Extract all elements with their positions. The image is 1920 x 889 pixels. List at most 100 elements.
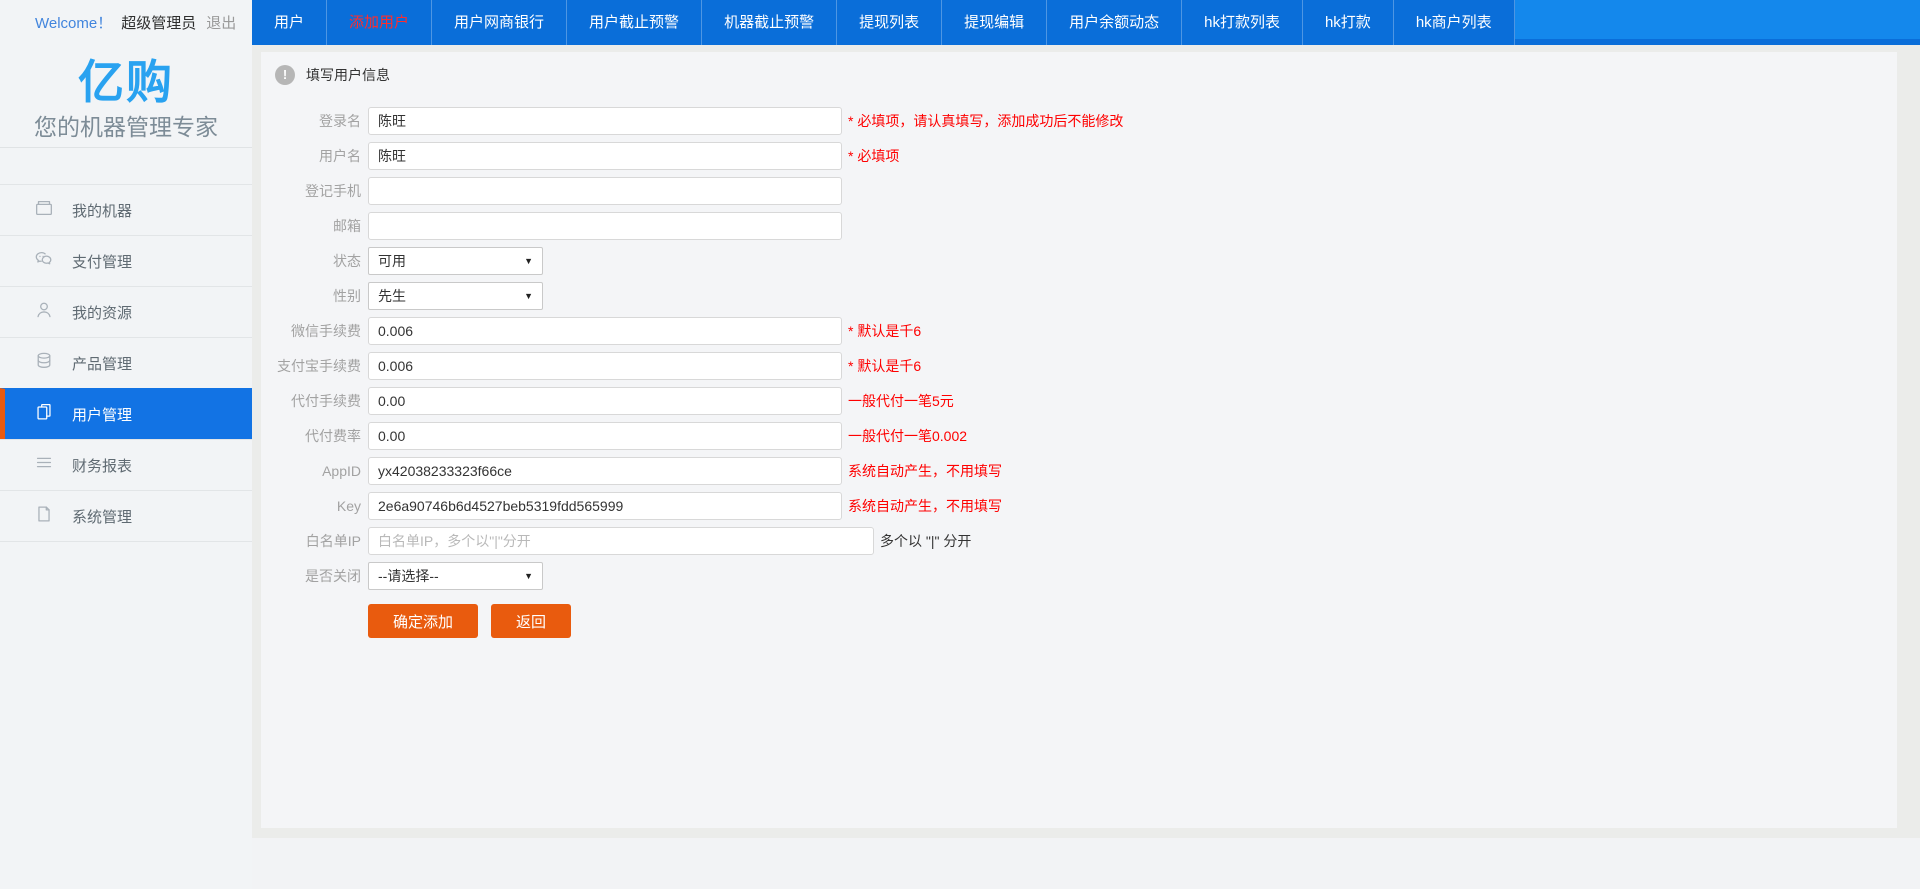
tab-users[interactable]: 用户: [252, 0, 327, 45]
user-form: 登录名 * 必填项，请认真填写，添加成功后不能修改用户名 * 必填项登记手机邮箱状态…: [261, 107, 1897, 638]
whitelist-ip-hint: 多个以 "|" 分开: [880, 531, 971, 551]
phone-label: 登记手机: [261, 181, 361, 201]
tab-hk-payout-list[interactable]: hk打款列表: [1182, 0, 1303, 45]
wechat-fee-input[interactable]: [368, 317, 842, 345]
phone-input[interactable]: [368, 177, 842, 205]
status-select[interactable]: 可用▼: [368, 247, 543, 275]
sidebar-item-my-machines[interactable]: 我的机器: [0, 184, 252, 235]
sidebar-divider: [0, 147, 252, 148]
login-name-label: 登录名: [261, 111, 361, 131]
tab-withdraw-edit[interactable]: 提现编辑: [942, 0, 1047, 45]
email-label: 邮箱: [261, 216, 361, 236]
gender-row: 性别先生 ▼: [261, 282, 1897, 310]
panel-header: ! 填写用户信息: [261, 52, 1897, 85]
wechat-fee-row: 微信手续费 * 默认是千6: [261, 317, 1897, 345]
content-wrap: ! 填写用户信息 登录名 * 必填项，请认真填写，添加成功后不能修改用户名 * 必填…: [252, 45, 1920, 838]
logout-link[interactable]: 退出: [206, 12, 236, 33]
is-closed-label: 是否关闭: [261, 566, 361, 586]
chevron-down-icon: ▼: [524, 291, 533, 301]
wechat-fee-hint: * 默认是千6: [848, 321, 921, 341]
back-button[interactable]: 返回: [491, 604, 571, 638]
status-label: 状态: [261, 251, 361, 271]
is-closed-select[interactable]: --请选择-- ▼: [368, 562, 543, 590]
payout-fee-row: 代付手续费 一般代付一笔5元: [261, 387, 1897, 415]
select-value: --请选择--: [378, 566, 439, 586]
payout-fee-input[interactable]: [368, 387, 842, 415]
payout-rate-input[interactable]: [368, 422, 842, 450]
payout-fee-label: 代付手续费: [261, 391, 361, 411]
sidebar-item-label: 用户管理: [72, 404, 132, 425]
tab-user-bank[interactable]: 用户网商银行: [432, 0, 567, 45]
sidebar-item-product-mgmt[interactable]: 产品管理: [0, 337, 252, 388]
key-row: Key 系统自动产生，不用填写: [261, 492, 1897, 520]
payout-rate-row: 代付费率一般代付一笔0.002: [261, 422, 1897, 450]
tab-hk-merchant-list[interactable]: hk商户列表: [1394, 0, 1515, 45]
tab-user-balance-log[interactable]: 用户余额动态: [1047, 0, 1182, 45]
gender-select[interactable]: 先生 ▼: [368, 282, 543, 310]
alipay-fee-input[interactable]: [368, 352, 842, 380]
sidebar-item-label: 我的资源: [72, 302, 132, 323]
key-hint: 系统自动产生，不用填写: [848, 496, 1002, 516]
sidebar-item-finance-report[interactable]: 财务报表: [0, 439, 252, 490]
confirm-add-button[interactable]: 确定添加: [368, 604, 478, 638]
tab-withdraw-list[interactable]: 提现列表: [837, 0, 942, 45]
sidebar-item-label: 我的机器: [72, 200, 132, 221]
key-label: Key: [261, 498, 361, 514]
whitelist-ip-input[interactable]: [368, 527, 874, 555]
app-root: Welcome！ 超级管理员 退出 亿购 您的机器管理专家 我的机器支付管理我的…: [0, 0, 1920, 889]
status-row: 状态可用▼: [261, 247, 1897, 275]
phone-row: 登记手机: [261, 177, 1897, 205]
tab-machine-cutoff-warn[interactable]: 机器截止预警: [702, 0, 837, 45]
sidebar-item-payment-mgmt[interactable]: 支付管理: [0, 235, 252, 286]
sidebar-item-user-mgmt[interactable]: 用户管理: [0, 388, 252, 439]
person-icon: [33, 299, 55, 325]
form-buttons-row: 确定添加返回: [368, 604, 1897, 638]
brand-slogan: 您的机器管理专家: [0, 112, 252, 142]
email-input[interactable]: [368, 212, 842, 240]
whitelist-ip-row: 白名单IP 多个以 "|" 分开: [261, 527, 1897, 555]
select-value: 先生: [378, 286, 406, 306]
gender-label: 性别: [261, 286, 361, 306]
username-row: 用户名 * 必填项: [261, 142, 1897, 170]
sidebar-item-my-resources[interactable]: 我的资源: [0, 286, 252, 337]
machine-icon: [33, 197, 55, 223]
form-panel: ! 填写用户信息 登录名 * 必填项，请认真填写，添加成功后不能修改用户名 * 必填…: [261, 52, 1897, 828]
alipay-fee-label: 支付宝手续费: [261, 356, 361, 376]
sidebar-menu: 我的机器支付管理我的资源产品管理用户管理财务报表系统管理: [0, 184, 252, 542]
appid-input[interactable]: [368, 457, 842, 485]
key-input[interactable]: [368, 492, 842, 520]
chevron-down-icon: ▼: [524, 571, 533, 581]
main-area: 用户添加用户用户网商银行用户截止预警机器截止预警提现列表提现编辑用户余额动态hk…: [252, 0, 1920, 889]
sidebar-item-label: 财务报表: [72, 455, 132, 476]
top-navbar: 用户添加用户用户网商银行用户截止预警机器截止预警提现列表提现编辑用户余额动态hk…: [252, 0, 1920, 45]
admin-name: 超级管理员: [121, 12, 196, 33]
documents-icon: [33, 401, 55, 427]
alipay-fee-hint: * 默认是千6: [848, 356, 921, 376]
whitelist-ip-label: 白名单IP: [261, 531, 361, 551]
appid-row: AppID系统自动产生，不用填写: [261, 457, 1897, 485]
username-hint: * 必填项: [848, 146, 899, 166]
exclamation-circle-icon: !: [275, 65, 295, 85]
file-icon: [33, 503, 55, 529]
chevron-down-icon: ▼: [524, 256, 533, 266]
tab-add-user[interactable]: 添加用户: [327, 0, 432, 45]
alipay-fee-row: 支付宝手续费 * 默认是千6: [261, 352, 1897, 380]
sidebar-item-label: 系统管理: [72, 506, 132, 527]
panel-title: 填写用户信息: [306, 65, 390, 85]
tab-hk-payout[interactable]: hk打款: [1303, 0, 1394, 45]
appid-label: AppID: [261, 463, 361, 479]
login-name-input[interactable]: [368, 107, 842, 135]
sidebar-item-label: 支付管理: [72, 251, 132, 272]
is-closed-row: 是否关闭 --请选择-- ▼: [261, 562, 1897, 590]
sidebar-item-label: 产品管理: [72, 353, 132, 374]
login-name-hint: * 必填项，请认真填写，添加成功后不能修改: [848, 111, 1123, 131]
tab-user-cutoff-warn[interactable]: 用户截止预警: [567, 0, 702, 45]
brand-logo: 亿购: [0, 55, 252, 109]
username-label: 用户名: [261, 146, 361, 166]
payout-fee-hint: 一般代付一笔5元: [848, 391, 954, 411]
sidebar-item-system-mgmt[interactable]: 系统管理: [0, 490, 252, 541]
username-input[interactable]: [368, 142, 842, 170]
wechat-fee-label: 微信手续费: [261, 321, 361, 341]
email-row: 邮箱: [261, 212, 1897, 240]
welcome-text: Welcome！: [35, 12, 112, 33]
